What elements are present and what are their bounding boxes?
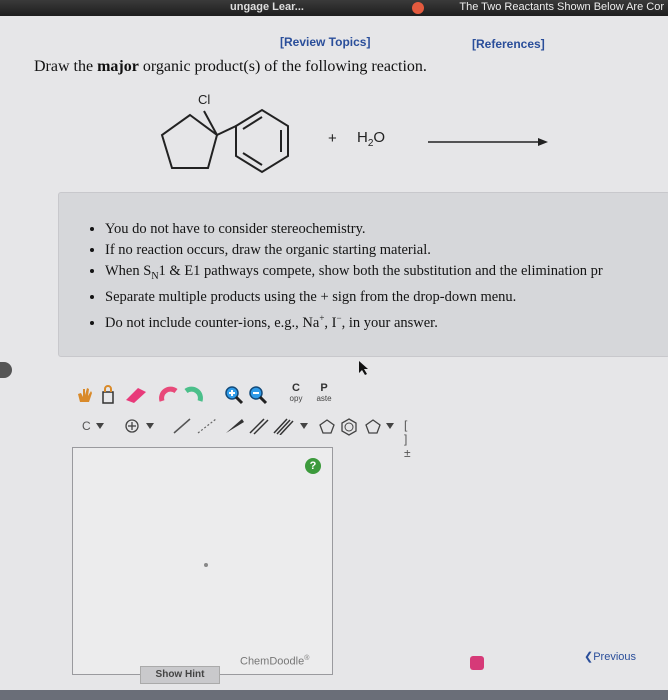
single-bond-icon[interactable] [172, 417, 192, 435]
chemdoodle-brand: ChemDoodle® [240, 655, 310, 668]
question-text: Draw the major organic product(s) of the… [34, 58, 427, 75]
browser-top-strip: ungage Lear... The Two Reactants Shown B… [0, 0, 668, 16]
pink-action-button[interactable] [470, 656, 484, 670]
rotate-left-icon[interactable] [158, 385, 180, 405]
reaction-arrow-head [538, 138, 548, 146]
instruction-item: When SN1 & E1 pathways compete, show bot… [105, 261, 668, 287]
bracket-tool-button[interactable]: [ ]± [404, 418, 411, 460]
chevron-down-icon[interactable] [96, 423, 104, 429]
instructions-box: You do not have to consider stereochemis… [58, 192, 668, 357]
wedge-bond-icon[interactable] [224, 417, 246, 435]
previous-button[interactable]: ❮Previous [584, 650, 636, 663]
double-bond-icon[interactable] [248, 417, 270, 435]
cyclopentene-tool-icon[interactable] [364, 418, 382, 436]
water-reagent: H2O [357, 129, 386, 149]
canvas-dot [204, 563, 208, 567]
chevron-left-icon: ❮ [584, 651, 594, 663]
mouse-cursor-icon [359, 361, 368, 375]
instruction-item: If no reaction occurs, draw the organic … [105, 240, 668, 261]
app-logo-icon [412, 2, 424, 14]
charge-plus-icon[interactable] [124, 418, 140, 434]
hand-tool-icon[interactable] [76, 386, 94, 404]
tab-title-right[interactable]: The Two Reactants Shown Below Are Cor [459, 1, 664, 13]
triple-bond-icon[interactable] [272, 417, 296, 435]
eraser-icon[interactable] [124, 386, 148, 404]
benzene-tool-icon[interactable] [340, 418, 358, 436]
zoom-out-icon[interactable] [248, 385, 268, 405]
paste-button[interactable]: P aste [312, 383, 336, 404]
show-hint-button[interactable]: Show Hint [140, 666, 220, 684]
reaction-scheme: Cl + H2O [0, 80, 668, 190]
tab-title-left[interactable]: ungage Lear... [230, 1, 304, 13]
dashed-bond-icon[interactable] [196, 417, 218, 435]
rotate-right-icon[interactable] [182, 385, 204, 405]
copy-button[interactable]: C opy [284, 383, 308, 404]
instruction-item: Separate multiple products using the + s… [105, 287, 668, 308]
chemdoodle-canvas[interactable] [72, 447, 333, 675]
cyclopentane-tool-icon[interactable] [318, 418, 336, 436]
chevron-down-icon[interactable] [300, 423, 308, 429]
element-carbon-button[interactable]: C [82, 419, 91, 433]
bottom-bar [0, 690, 668, 700]
zoom-in-icon[interactable] [224, 385, 244, 405]
references-link[interactable]: [References] [472, 37, 545, 51]
chlorine-label: Cl [198, 92, 211, 107]
instruction-item: You do not have to consider stereochemis… [105, 219, 668, 240]
cyclopentane-ring [160, 113, 219, 169]
help-icon[interactable]: ? [305, 458, 321, 474]
ring-connecting-bond [216, 125, 237, 136]
chevron-down-icon[interactable] [386, 423, 394, 429]
instruction-item: Do not include counter-ions, e.g., Na+, … [105, 308, 668, 334]
chevron-down-icon[interactable] [146, 423, 154, 429]
review-topics-link[interactable]: [Review Topics] [280, 35, 370, 49]
instructions-list: You do not have to consider stereochemis… [59, 193, 668, 334]
plus-sign: + [328, 130, 337, 147]
lasso-select-icon[interactable] [100, 385, 116, 405]
